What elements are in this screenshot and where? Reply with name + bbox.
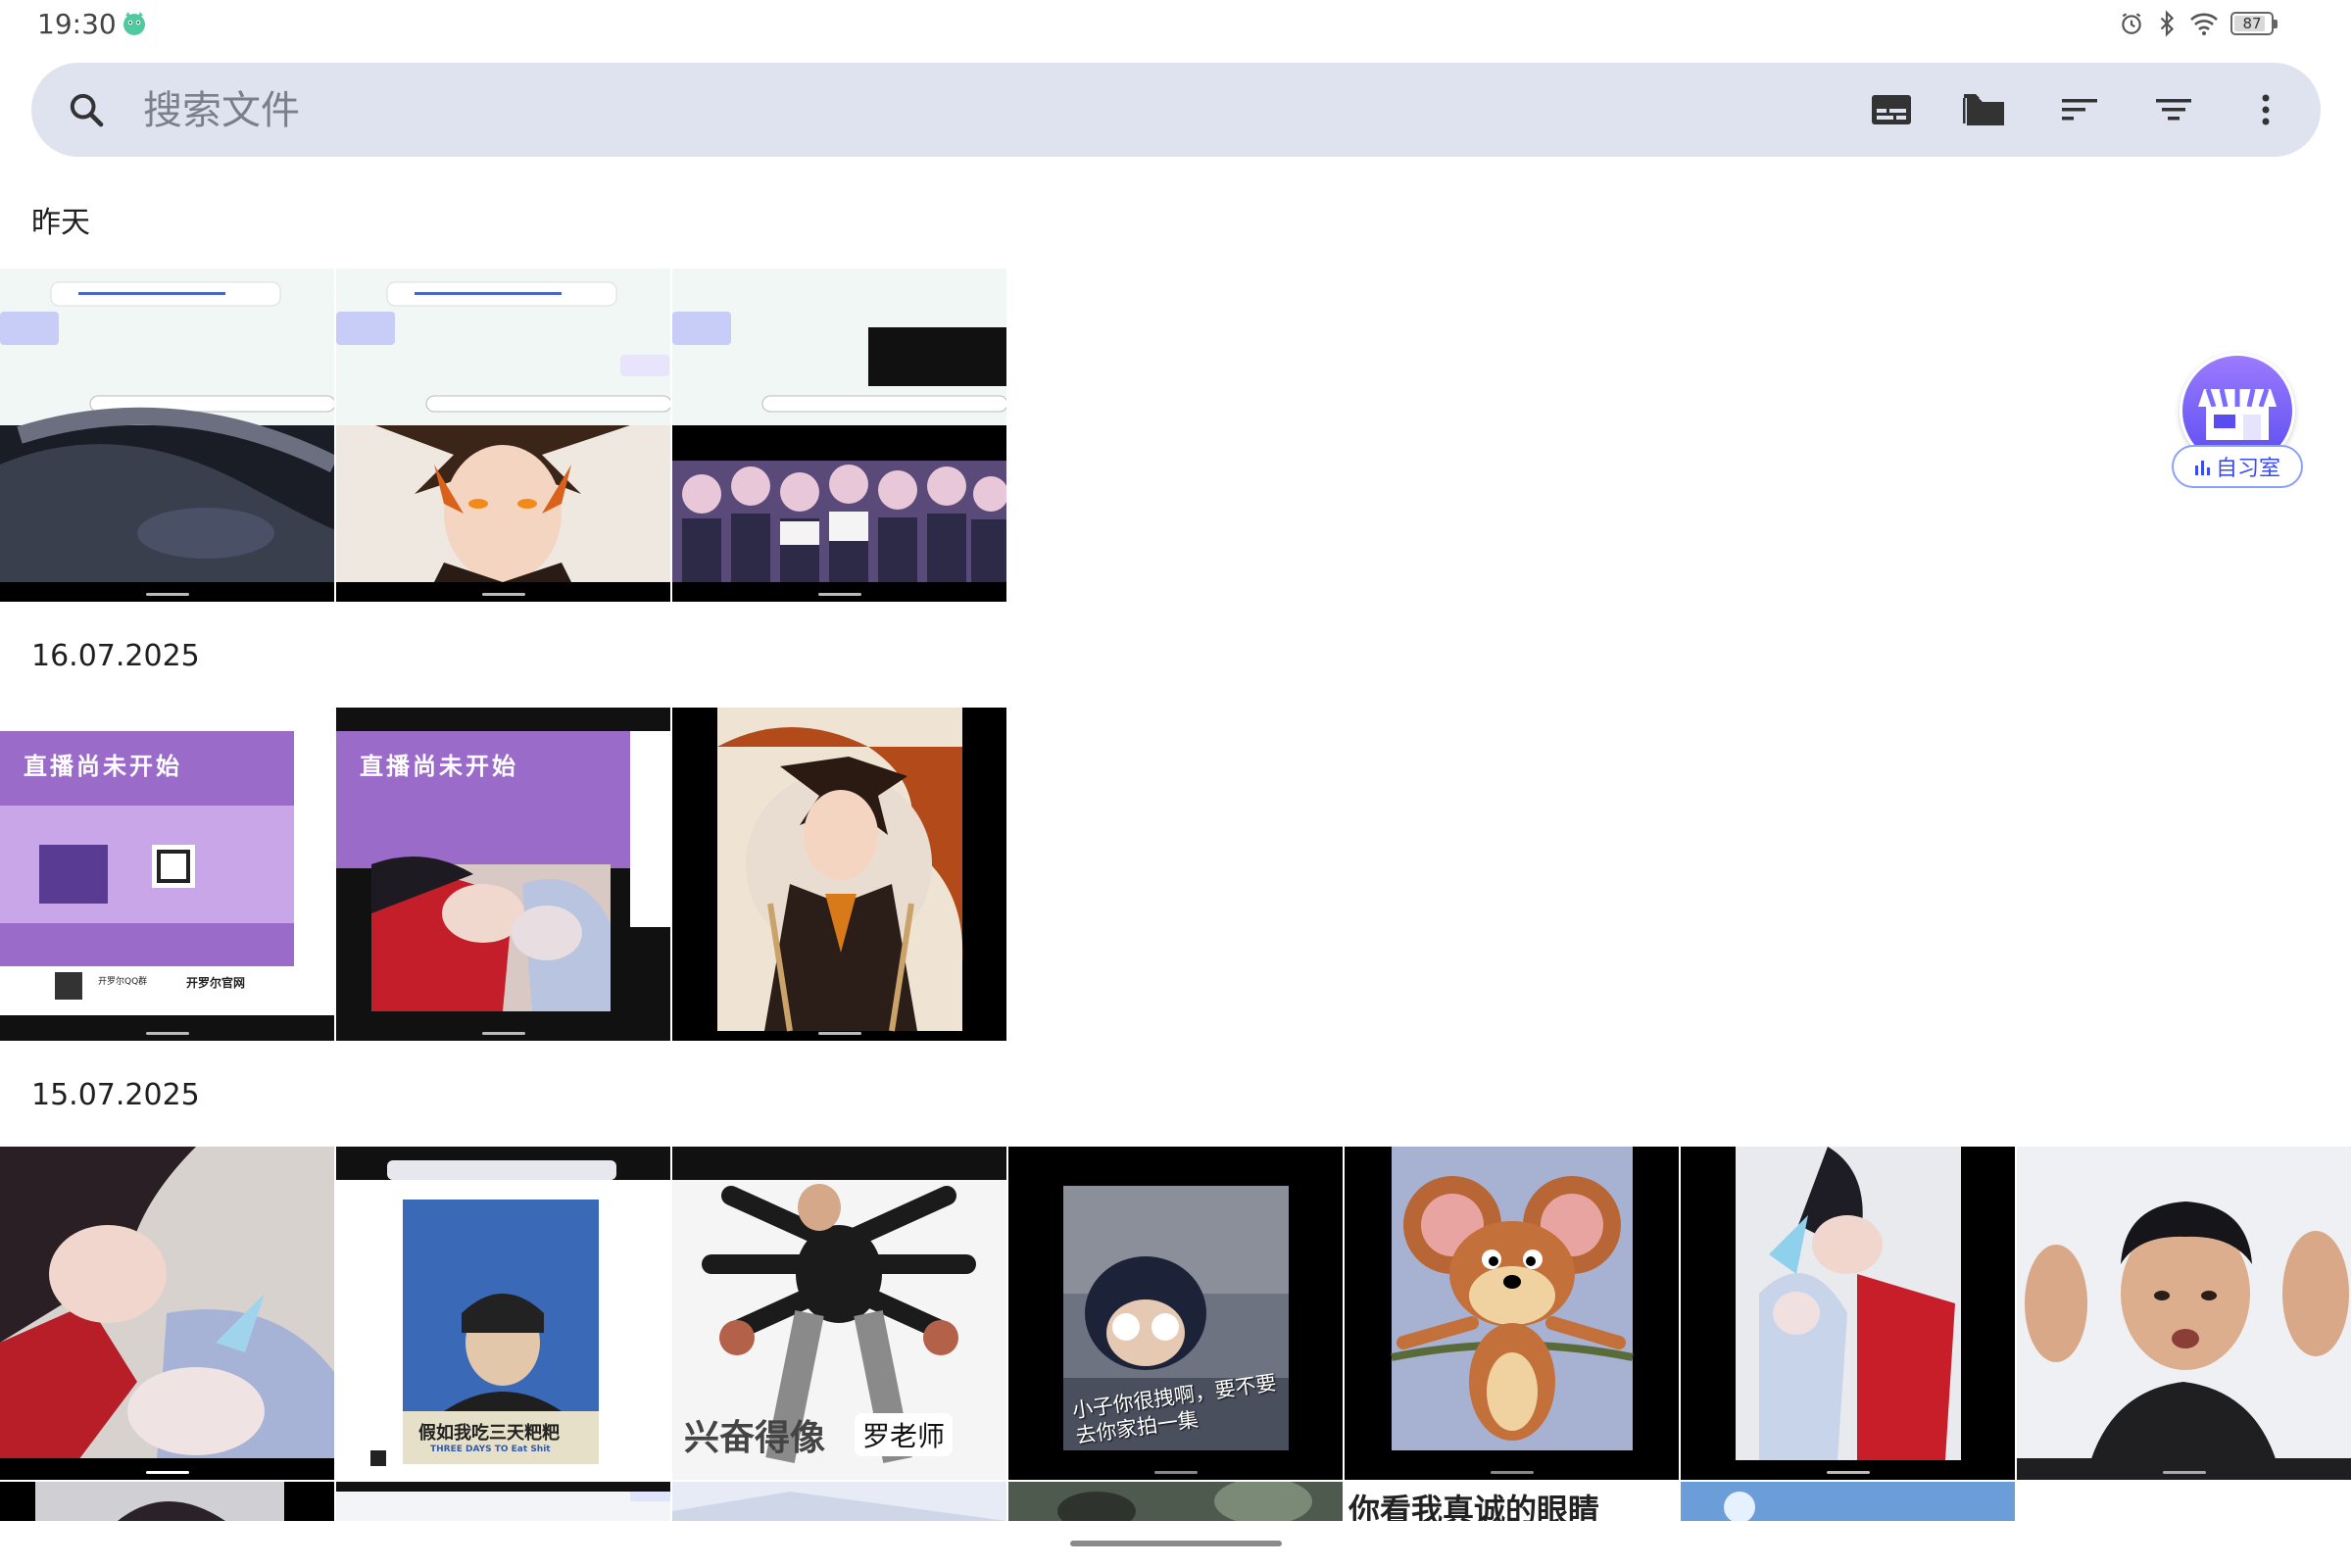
live-status-text: 直播尚未开始: [24, 753, 182, 780]
official-site-label: 开罗尔官网: [186, 976, 246, 990]
meme-caption: 你看我真诚的眼睛: [1348, 1492, 1600, 1521]
photo-thumbnail[interactable]: [0, 269, 334, 602]
photo-thumbnail[interactable]: [2017, 1147, 2351, 1480]
wifi-icon: [2190, 13, 2218, 35]
status-bar: 19:30 87: [0, 0, 2352, 51]
photo-thumbnail[interactable]: [336, 1482, 670, 1521]
study-room-widget[interactable]: 自习室: [2172, 353, 2303, 492]
photo-thumbnail[interactable]: 直播尚未开始: [336, 708, 670, 1041]
alarm-icon: [2122, 13, 2141, 34]
photo-thumbnail[interactable]: 直播尚未开始 开罗尔QQ群 开罗尔官网: [0, 708, 334, 1041]
book-subtitle-text: THREE DAYS TO Eat Shit: [430, 1445, 551, 1454]
meme-tag: 罗老师: [855, 1413, 954, 1456]
search-input[interactable]: [141, 80, 1615, 141]
photo-thumbnail[interactable]: 小子你很拽啊，要不要去你家拍一集: [1008, 1147, 1343, 1480]
photo-thumbnail[interactable]: 兴奋得像 罗老师: [672, 1147, 1006, 1480]
photo-thumbnail[interactable]: [0, 1147, 334, 1480]
study-room-label-pill: 自习室: [2172, 445, 2303, 488]
battery-icon: 87: [2230, 12, 2278, 35]
photo-thumbnail[interactable]: [672, 269, 1006, 602]
meme-caption: 兴奋得像: [684, 1418, 826, 1458]
search-icon[interactable]: [67, 90, 106, 129]
study-room-label: 自习室: [2215, 457, 2280, 481]
photo-thumbnail[interactable]: 你看我真诚的眼睛: [1345, 1482, 1679, 1521]
battery-level: 87: [2242, 15, 2262, 32]
folder-icon: [1963, 94, 2004, 125]
photo-thumbnail[interactable]: [672, 708, 1006, 1041]
section-title-date: 15.07.2025: [31, 1078, 200, 1112]
qq-group-label: 开罗尔QQ群: [98, 977, 148, 987]
photo-grid-partial: 你看我真诚的眼睛: [0, 1482, 2015, 1521]
more-options-button[interactable]: [2240, 84, 2291, 135]
photo-grid-yesterday: [0, 269, 1006, 602]
sort-icon: [2062, 99, 2097, 121]
folder-button[interactable]: [1960, 84, 2011, 135]
live-status-text: 直播尚未开始: [360, 753, 518, 780]
bluetooth-icon: [2160, 10, 2175, 37]
filter-button[interactable]: [2148, 84, 2199, 135]
section-title-yesterday: 昨天: [31, 206, 90, 240]
photo-thumbnail[interactable]: 假如我吃三天粑粑 THREE DAYS TO Eat Shit: [336, 1147, 670, 1480]
app-mascot-icon: [123, 12, 145, 35]
photo-thumbnail[interactable]: [1008, 1482, 1343, 1521]
photo-grid-date-2: 假如我吃三天粑粑 THREE DAYS TO Eat Shit 兴奋得像 罗老师: [0, 1147, 2351, 1480]
subtitles-icon: [1872, 95, 1911, 124]
bar-chart-icon: [2194, 461, 2210, 475]
section-title-date: 16.07.2025: [31, 639, 200, 673]
filter-icon: [2156, 99, 2191, 121]
status-time: 19:30: [37, 8, 117, 40]
photo-thumbnail[interactable]: [672, 1482, 1006, 1521]
photo-thumbnail[interactable]: [1345, 1147, 1679, 1480]
more-vertical-icon: [2262, 94, 2270, 125]
home-indicator[interactable]: [1070, 1541, 1282, 1546]
photo-thumbnail[interactable]: [336, 269, 670, 602]
photo-thumbnail[interactable]: [1681, 1147, 2015, 1480]
photo-thumbnail[interactable]: [1681, 1482, 2015, 1521]
photo-grid-date-1: 直播尚未开始 开罗尔QQ群 开罗尔官网 直播尚未开始: [0, 708, 1006, 1041]
subtitles-button[interactable]: [1866, 84, 1917, 135]
sort-button[interactable]: [2054, 84, 2105, 135]
photo-thumbnail[interactable]: [0, 1482, 334, 1521]
search-bar: [31, 63, 2321, 157]
book-title-text: 假如我吃三天粑粑: [418, 1423, 560, 1444]
